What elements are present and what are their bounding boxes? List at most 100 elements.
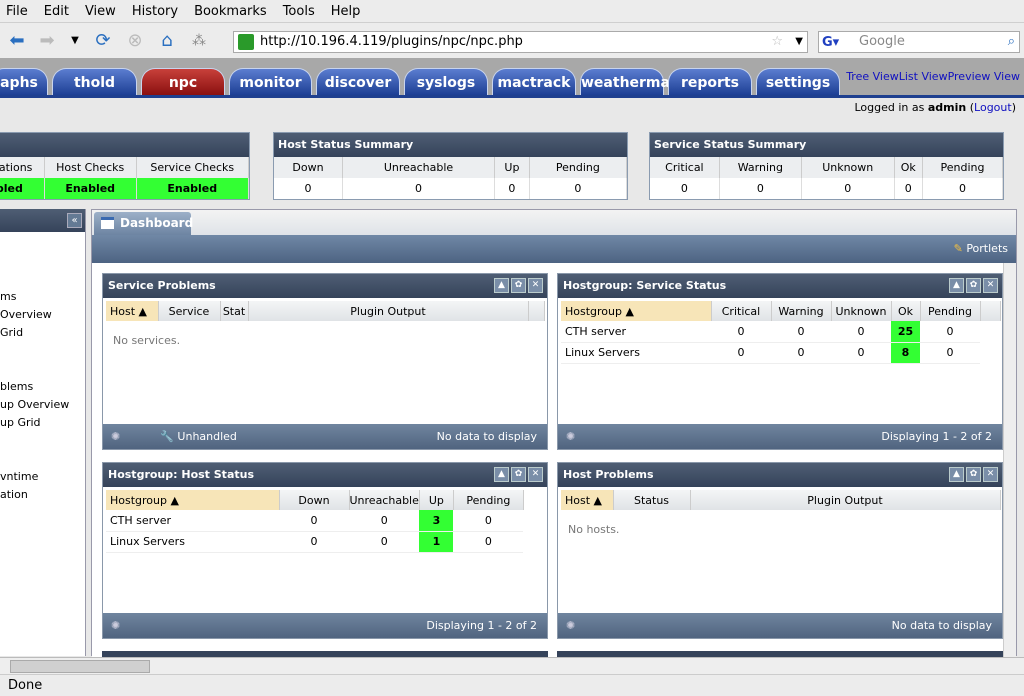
column-header[interactable] — [528, 301, 545, 321]
tab-settings[interactable]: settings — [756, 68, 840, 95]
column-header[interactable]: Plugin Output — [248, 301, 529, 321]
forward-icon[interactable]: ➡ — [36, 31, 58, 51]
gear-icon[interactable]: ✿ — [966, 278, 981, 293]
menu-history[interactable]: History — [132, 4, 178, 19]
table-row[interactable]: Linux Servers 0 0 1 0 — [106, 531, 524, 553]
menu-file[interactable]: File — [6, 4, 28, 19]
column-header[interactable] — [980, 301, 1001, 321]
summary-column-header: Unreachable — [342, 157, 496, 178]
search-icon[interactable]: ⌕ — [1008, 32, 1015, 52]
tab-mactrack[interactable]: mactrack — [492, 68, 576, 95]
view-link[interactable]: Preview View — [948, 70, 1020, 83]
tab-discover[interactable]: discover — [316, 68, 400, 95]
menu-edit[interactable]: Edit — [44, 4, 69, 19]
column-header[interactable]: Hostgroup ▲ — [106, 490, 280, 510]
menu-tools[interactable]: Tools — [283, 4, 315, 19]
refresh-icon[interactable]: ✺ — [566, 430, 575, 443]
column-header[interactable]: Status — [613, 490, 691, 510]
sidebar-item[interactable]: ms — [0, 290, 16, 303]
search-input[interactable]: G▾ Google ⌕ — [818, 31, 1020, 53]
tab-aphs[interactable]: aphs — [0, 68, 48, 95]
collapse-icon[interactable]: ▲ — [949, 278, 964, 293]
column-header[interactable]: Pending — [453, 490, 524, 510]
sidebar-item[interactable]: ation — [0, 488, 28, 501]
refresh-icon[interactable]: ✺ — [111, 619, 120, 632]
tab-dashboard[interactable]: Dashboard — [94, 212, 193, 235]
horizontal-scrollbar[interactable] — [0, 657, 1024, 674]
tab-monitor[interactable]: monitor — [229, 68, 312, 95]
summary-value: 0 — [922, 178, 1003, 199]
tab-thold[interactable]: thold — [52, 68, 137, 95]
portlet-footer: ✺ 🔧 Unhandled No data to display — [103, 424, 547, 449]
gear-icon[interactable]: ✿ — [511, 278, 526, 293]
bookmark-star-icon[interactable]: ☆ — [771, 32, 783, 52]
table-cell: 0 — [771, 342, 831, 364]
tab-syslogs[interactable]: syslogs — [404, 68, 488, 95]
view-link[interactable]: Tree View — [846, 70, 899, 83]
column-header[interactable]: Pending — [920, 301, 981, 321]
close-icon[interactable]: ✕ — [528, 467, 543, 482]
column-header[interactable]: Unknown — [831, 301, 892, 321]
tab-reports[interactable]: reports — [668, 68, 752, 95]
close-icon[interactable]: ✕ — [983, 467, 998, 482]
collapse-sidebar-button[interactable]: « — [67, 213, 82, 228]
close-icon[interactable]: ✕ — [528, 278, 543, 293]
column-header[interactable]: Critical — [711, 301, 772, 321]
sidebar-item[interactable]: blems — [0, 380, 33, 393]
column-header[interactable]: Unreachable — [349, 490, 420, 510]
table-row[interactable]: Linux Servers 0 0 0 8 0 — [561, 342, 1000, 364]
sidebar-item[interactable]: up Overview — [0, 398, 69, 411]
column-header[interactable]: Host ▲ — [106, 301, 159, 321]
reload-icon[interactable]: ⟳ — [92, 31, 114, 51]
table-row[interactable]: CTH server 0 0 3 0 — [106, 510, 524, 532]
history-dropdown-icon[interactable]: ▼ — [64, 31, 86, 51]
column-header[interactable]: Down — [279, 490, 350, 510]
vertical-scrollbar[interactable] — [1003, 263, 1016, 657]
menu-bookmarks[interactable]: Bookmarks — [194, 4, 267, 19]
column-header[interactable]: Host ▲ — [561, 490, 614, 510]
url-dropdown-icon[interactable]: ▼ — [795, 32, 803, 52]
refresh-icon[interactable]: ✺ — [566, 619, 575, 632]
column-header[interactable]: Ok — [891, 301, 921, 321]
sidebar-item[interactable]: up Grid — [0, 416, 41, 429]
column-header[interactable]: Plugin Output — [690, 490, 1001, 510]
portlets-button[interactable]: ✎ Portlets — [954, 242, 1008, 255]
summary-value: 0 — [274, 178, 343, 199]
collapse-icon[interactable]: ▲ — [949, 467, 964, 482]
unhandled-button[interactable]: 🔧 Unhandled — [160, 430, 237, 443]
table-row[interactable]: CTH server 0 0 0 25 0 — [561, 321, 1000, 343]
column-header[interactable]: Warning — [771, 301, 832, 321]
column-header[interactable]: Up — [419, 490, 454, 510]
sidebar-item[interactable]: vntime — [0, 470, 38, 483]
logout-link[interactable]: Logout — [974, 101, 1012, 114]
refresh-icon[interactable]: ✺ — [111, 430, 120, 443]
scrollbar-thumb[interactable] — [10, 660, 150, 673]
close-icon[interactable]: ✕ — [983, 278, 998, 293]
summary-column-header: Ok — [894, 157, 924, 178]
address-bar[interactable]: http://10.196.4.119/plugins/npc/npc.php … — [233, 31, 808, 53]
column-header[interactable]: Stat — [220, 301, 249, 321]
menu-view[interactable]: View — [85, 4, 116, 19]
home-icon[interactable]: ⌂ — [156, 31, 178, 51]
collapse-icon[interactable]: ▲ — [494, 467, 509, 482]
portlet-header: Hostgroup: Service Status ▲ ✿ ✕ — [558, 274, 1002, 298]
portlet-header: Service Problems ▲ ✿ ✕ — [103, 274, 547, 298]
tab-npc[interactable]: npc — [141, 68, 225, 95]
sidebar-item[interactable]: Grid — [0, 326, 23, 339]
menu-help[interactable]: Help — [331, 4, 361, 19]
view-link[interactable]: List View — [899, 70, 948, 83]
gear-icon[interactable]: ✿ — [511, 467, 526, 482]
sidebar-item[interactable]: Overview — [0, 308, 52, 321]
bookmarks-icon[interactable]: ⁂ — [188, 31, 210, 51]
collapse-icon[interactable]: ▲ — [494, 278, 509, 293]
summary-value: Enabled — [136, 178, 250, 199]
portlet-hostgroup-service-status: Hostgroup: Service Status ▲ ✿ ✕ Hostgroup ▲ C… — [557, 273, 1003, 450]
table-cell: 8 — [891, 342, 920, 364]
stop-icon[interactable]: ⊗ — [124, 31, 146, 51]
column-header[interactable]: Hostgroup ▲ — [561, 301, 712, 321]
column-header[interactable]: Service — [158, 301, 221, 321]
gear-icon[interactable]: ✿ — [966, 467, 981, 482]
google-engine-icon[interactable]: G▾ — [822, 33, 839, 53]
tab-weathermap[interactable]: weathermap — [580, 68, 680, 95]
back-icon[interactable]: ⬅ — [6, 31, 28, 51]
